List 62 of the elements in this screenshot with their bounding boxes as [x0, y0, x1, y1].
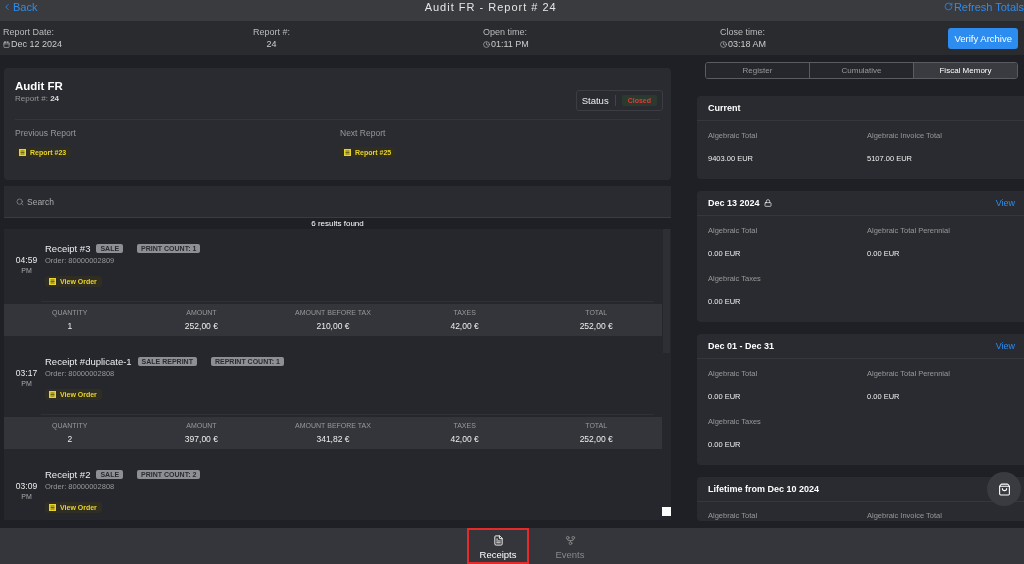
summary-value: 252,00 € [579, 321, 613, 331]
info-value: 24 [266, 39, 277, 49]
receipt-title: Receipt #duplicate-1 [45, 356, 132, 367]
view-link[interactable]: View [995, 198, 1015, 208]
info-label: Report #: [253, 27, 291, 37]
square-marker [662, 507, 671, 516]
view-link[interactable]: View [995, 341, 1015, 351]
summary-value: 397,00 € [184, 434, 218, 444]
info-value: 01:11 PM [491, 39, 529, 49]
fiscal-tab[interactable]: Fiscal Memory [913, 63, 1017, 78]
card-title: Lifetime from Dec 10 2024 [708, 484, 820, 494]
shopping-bag-button[interactable] [987, 472, 1021, 506]
fiscal-tab[interactable]: Register [706, 63, 809, 78]
results-count: 6 results found [310, 218, 365, 229]
summary-value: 210,00 € [316, 321, 350, 331]
info-label: Close time: [720, 27, 765, 37]
refresh-icon [943, 2, 953, 11]
info-value: Dec 12 2024 [11, 39, 63, 49]
link-label: Next Report [340, 128, 387, 138]
document-icon [344, 149, 351, 156]
receipt-title: Receipt #2 [45, 469, 91, 480]
status-label: Status [581, 95, 616, 106]
receipt-time: 04:59 [15, 255, 38, 265]
calendar-icon [3, 40, 10, 48]
fiscal-tab[interactable]: Cumulative [809, 63, 913, 78]
search-field[interactable]: Search [4, 186, 671, 218]
summary-value: 252,00 € [184, 321, 218, 331]
document-icon [49, 278, 56, 285]
summary-value: 2 [67, 434, 73, 444]
document-icon [19, 149, 26, 156]
back-button[interactable]: Back [2, 0, 38, 13]
document-icon [49, 391, 56, 398]
shopping-bag-icon [997, 482, 1011, 496]
document-icon [492, 535, 504, 546]
summary-value: 42,00 € [450, 321, 479, 331]
report-title: Audit FR [15, 80, 64, 92]
fork-icon [564, 535, 576, 546]
card-title: Dec 01 - Dec 31 [708, 341, 775, 351]
card-title: Dec 13 2024 [708, 198, 760, 208]
clock-icon [720, 40, 727, 48]
refresh-button[interactable]: Refresh Totals [943, 0, 1024, 13]
clock-icon [483, 40, 490, 48]
info-label: Report Date: [3, 27, 55, 37]
summary-value: 1 [67, 321, 73, 331]
receipt-time: 03:17 [15, 368, 38, 378]
bottom-tab[interactable]: Events [539, 528, 601, 564]
summary-value: 42,00 € [450, 434, 479, 444]
link-label: Previous Report [15, 128, 77, 138]
info-label: Open time: [483, 27, 528, 37]
document-icon [49, 504, 56, 511]
search-icon [16, 198, 24, 206]
info-value: 03:18 AM [728, 39, 767, 49]
summary-value: 341,82 € [316, 434, 350, 444]
verify-archive-button[interactable]: Verify Archive [948, 27, 1018, 49]
chevron-left-icon [2, 1, 12, 12]
report-number: Report #: 24 [15, 94, 60, 103]
page-title: Audit FR - Report # 24 [424, 0, 557, 13]
bottom-tab[interactable]: Receipts [467, 528, 529, 564]
card-title: Current [708, 103, 741, 113]
receipt-title: Receipt #3 [45, 243, 91, 254]
summary-value: 252,00 € [579, 434, 613, 444]
receipt-time: 03:09 [15, 481, 38, 491]
